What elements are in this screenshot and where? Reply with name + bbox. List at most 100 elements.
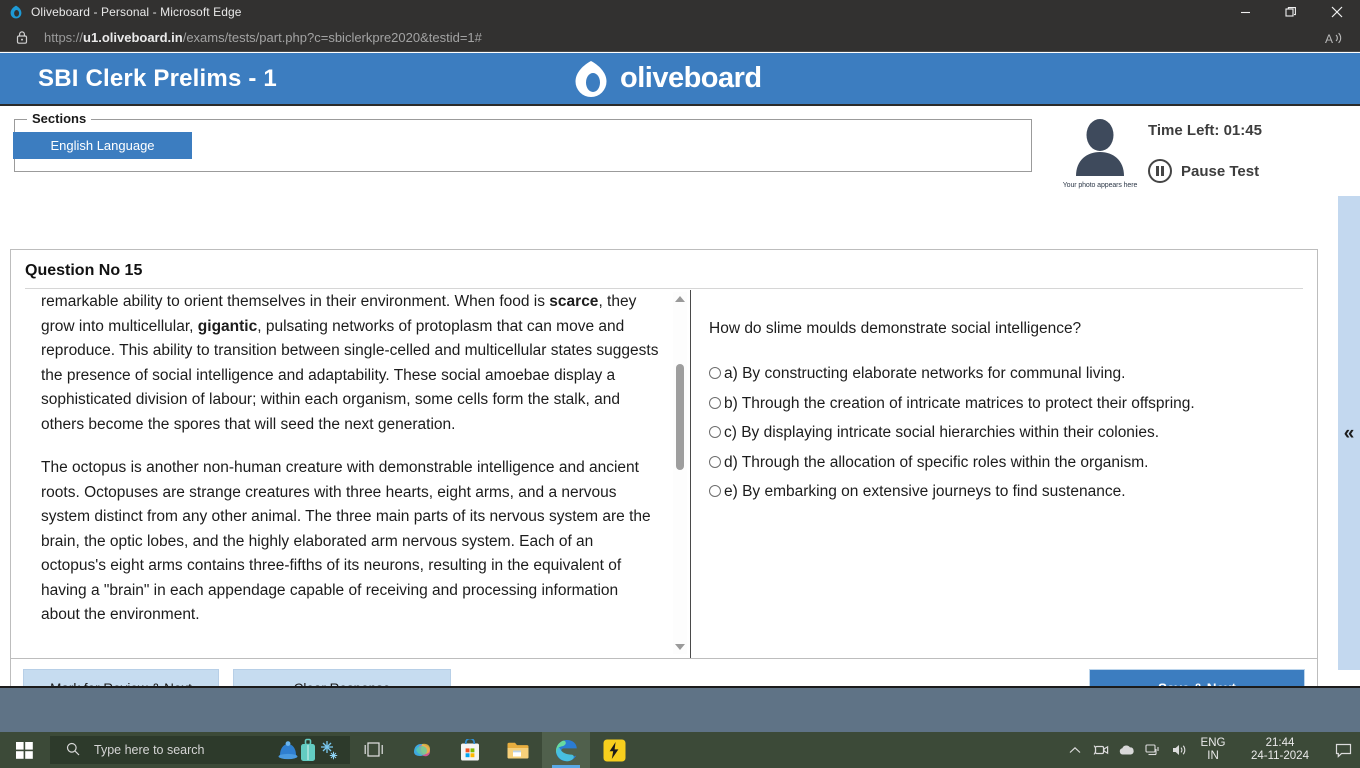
oliveboard-logo-mark [575, 60, 607, 97]
meet-now-icon[interactable] [1088, 732, 1114, 768]
radio-e[interactable] [709, 485, 721, 497]
url-host: u1.oliveboard.in [83, 30, 183, 45]
scroll-down-arrow-icon[interactable] [675, 644, 685, 650]
time-left-label: Time Left: 01:45 [1148, 122, 1262, 139]
windows-taskbar: Type here to search ENG IN 21:44 24-11-2… [0, 732, 1360, 768]
sidebar-item-english-language[interactable]: English Language [13, 132, 192, 159]
passage-paragraph-2: The octopus is another non-human creatur… [41, 459, 651, 623]
window-title: Oliveboard - Personal - Microsoft Edge [31, 5, 242, 19]
sections-row: Sections English Language Your photo app… [0, 106, 1360, 189]
exam-header: SBI Clerk Prelims - 1 oliveboard [0, 53, 1360, 106]
search-highlight-images [274, 738, 340, 764]
question-panel: Question No 15 remarkable ability to ori… [10, 249, 1318, 659]
clock[interactable]: 21:44 24-11-2024 [1234, 737, 1326, 763]
exam-title: SBI Clerk Prelims - 1 [38, 64, 277, 92]
option-c[interactable]: c) By displaying intricate social hierar… [709, 421, 1306, 445]
pause-icon [1148, 159, 1172, 183]
sections-legend: Sections [27, 111, 92, 126]
restore-button[interactable] [1268, 0, 1314, 24]
clock-time: 21:44 [1265, 737, 1295, 749]
network-icon[interactable] [1140, 732, 1166, 768]
passage-scrollbar[interactable] [673, 292, 687, 654]
question-prompt: How do slime moulds demonstrate social i… [709, 320, 1082, 337]
oliveboard-logo: oliveboard [570, 59, 762, 99]
radio-d[interactable] [709, 455, 721, 468]
copilot-button[interactable] [398, 732, 446, 768]
passage-text: remarkable ability to orient themselves … [41, 290, 661, 658]
read-aloud-icon[interactable]: A [1324, 29, 1346, 47]
section-tab-label: English Language [50, 138, 155, 153]
microsoft-store-button[interactable] [446, 732, 494, 768]
lock-icon [14, 30, 30, 46]
chevron-left-double-icon[interactable]: « [1344, 424, 1355, 443]
clock-date: 24-11-2024 [1251, 750, 1309, 762]
search-placeholder: Type here to search [94, 743, 205, 757]
windows-logo-icon [15, 741, 33, 759]
question-body: remarkable ability to orient themselves … [11, 290, 1317, 658]
show-hidden-icons-button[interactable] [1062, 732, 1088, 768]
radio-b[interactable] [709, 396, 721, 409]
notification-center-button[interactable] [1326, 732, 1360, 768]
language-indicator[interactable]: ENG IN [1192, 737, 1234, 763]
option-e[interactable]: e) By embarking on extensive journeys to… [709, 480, 1306, 504]
avatar: Your photo appears here [1054, 118, 1146, 189]
url-scheme: https:// [44, 30, 84, 45]
svg-text:A: A [1325, 32, 1333, 46]
option-b[interactable]: b) Through the creation of intricate mat… [709, 392, 1306, 416]
pinned-app-button[interactable] [590, 732, 638, 768]
copilot-icon [414, 743, 431, 757]
option-label-e: e) By embarking on extensive journeys to… [724, 483, 1126, 500]
region-code: IN [1207, 750, 1219, 762]
yellow-app-icon [603, 739, 625, 761]
radio-a[interactable] [709, 367, 721, 379]
file-explorer-button[interactable] [494, 732, 542, 768]
question-palette-collapse-strip[interactable]: « [1338, 196, 1360, 670]
store-icon [461, 738, 479, 760]
pause-test-button[interactable]: Pause Test [1148, 159, 1259, 183]
edge-browser-window: Oliveboard - Personal - Microsoft Edge h… [0, 0, 1360, 719]
search-icon [66, 742, 80, 759]
radio-c[interactable] [709, 426, 721, 438]
options-column: How do slime moulds demonstrate social i… [691, 290, 1316, 658]
option-a[interactable]: a) By constructing elaborate networks fo… [709, 362, 1306, 386]
task-view-icon [364, 742, 383, 757]
option-d[interactable]: d) Through the allocation of specific ro… [709, 451, 1306, 475]
option-label-a: a) By constructing elaborate networks fo… [724, 365, 1126, 382]
pause-test-label: Pause Test [1181, 162, 1260, 180]
passage-column: remarkable ability to orient themselves … [11, 290, 691, 658]
language-code: ENG [1200, 737, 1226, 749]
url-path: /exams/tests/part.php?c=sbiclerkpre2020&… [182, 30, 482, 45]
status-block: Your photo appears here Time Left: 01:45… [1046, 114, 1346, 194]
search-input[interactable]: Type here to search [50, 736, 350, 764]
edge-icon [555, 739, 577, 761]
option-label-b: b) Through the creation of intricate mat… [724, 394, 1195, 412]
scrollbar-thumb[interactable] [676, 364, 684, 470]
microsoft-edge-button[interactable] [542, 732, 590, 768]
system-tray: ENG IN 21:44 24-11-2024 [1062, 732, 1360, 768]
folder-icon [507, 742, 529, 758]
start-button[interactable] [0, 732, 48, 768]
passage-paragraph-1: remarkable ability to orient themselves … [41, 293, 659, 433]
window-controls [1222, 0, 1360, 24]
question-divider [25, 288, 1303, 289]
avatar-silhouette-icon [1076, 119, 1124, 176]
onedrive-icon[interactable] [1114, 732, 1140, 768]
question-number: Question No 15 [25, 262, 143, 279]
url-text[interactable]: https://u1.oliveboard.in/exams/tests/par… [44, 30, 482, 45]
address-bar[interactable]: https://u1.oliveboard.in/exams/tests/par… [0, 24, 1360, 52]
desktop-background [0, 686, 1360, 732]
options-list: a) By constructing elaborate networks fo… [709, 362, 1306, 504]
oliveboard-logo-text: oliveboard [620, 62, 762, 94]
scroll-up-arrow-icon[interactable] [675, 296, 685, 302]
task-view-button[interactable] [350, 732, 398, 768]
oliveboard-favicon [8, 4, 24, 20]
volume-icon[interactable] [1166, 732, 1192, 768]
exam-page: SBI Clerk Prelims - 1 oliveboard Section… [0, 53, 1360, 719]
avatar-caption: Your photo appears here [1062, 182, 1138, 189]
notification-icon [1335, 743, 1351, 758]
minimize-button[interactable] [1222, 0, 1268, 24]
title-bar: Oliveboard - Personal - Microsoft Edge [0, 0, 1360, 24]
option-label-d: d) Through the allocation of specific ro… [724, 453, 1149, 471]
close-button[interactable] [1314, 0, 1360, 24]
option-label-c: c) By displaying intricate social hierar… [724, 424, 1160, 441]
